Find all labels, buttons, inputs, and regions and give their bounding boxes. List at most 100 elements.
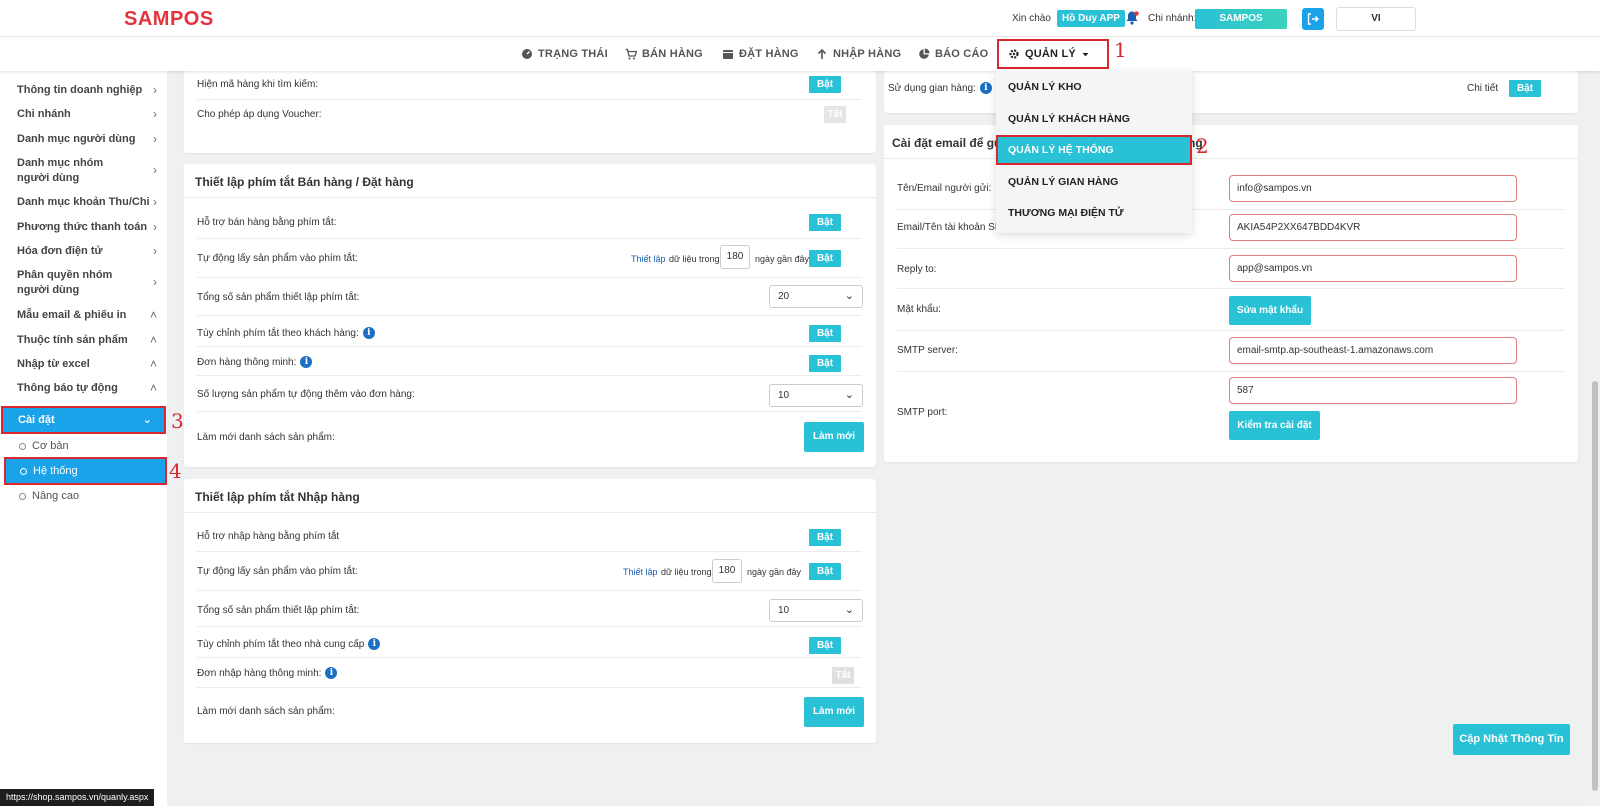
sender-email-input[interactable]: info@sampos.vn <box>1229 175 1517 202</box>
divider <box>197 375 862 376</box>
refresh-products-button[interactable]: Làm mới <box>804 422 864 452</box>
dropdown-item-stores[interactable]: QUẢN LÝ GIAN HÀNG <box>996 167 1192 197</box>
user-badge[interactable]: Hồ Duy APP <box>1057 10 1125 27</box>
sidebar-item-settings[interactable]: Cài đặt ⌄ <box>1 406 166 434</box>
step-marker-4: 4 <box>169 459 182 483</box>
sidebar-item-user-groups[interactable]: Danh mục nhóm người dùng › <box>17 156 157 186</box>
info-icon[interactable]: i <box>979 82 992 94</box>
nav-sales[interactable]: BÁN HÀNG <box>625 37 703 71</box>
dropdown-item-warehouse[interactable]: QUẢN LÝ KHO <box>996 72 1192 102</box>
smtp-account-input[interactable]: AKIA54P2XX647BDD4KVR <box>1229 214 1517 241</box>
sidebar-item-import-excel[interactable]: Nhập từ excel ˄ <box>17 357 157 372</box>
toggle-supplier-shortcut[interactable]: Bật <box>809 637 841 654</box>
language-selector[interactable]: VI <box>1336 7 1416 31</box>
chevron-right-icon: › <box>153 275 157 289</box>
chevron-down-icon: ⌄ <box>844 389 854 401</box>
toggle-show-sku[interactable]: Bật <box>809 76 841 93</box>
chevron-up-icon: ˄ <box>149 308 157 322</box>
nav-reports[interactable]: BÁO CÁO <box>918 37 988 71</box>
scrollbar-thumb[interactable] <box>1592 381 1598 791</box>
row-label: Tùy chỉnh phím tắt theo nhà cung cấp <box>197 638 365 650</box>
smtp-server-input[interactable]: email-smtp.ap-southeast-1.amazonaws.com <box>1229 337 1517 364</box>
logout-button[interactable] <box>1302 8 1324 30</box>
toggle-store-usage[interactable]: Bật <box>1509 80 1541 97</box>
info-icon[interactable]: i <box>362 327 375 339</box>
row-label: Đơn nhập hàng thông minh: <box>197 667 322 679</box>
toggle-customer-shortcut[interactable]: Bật <box>809 325 841 342</box>
toggle-sale-shortcut[interactable]: Bật <box>809 214 841 231</box>
sidebar-item-company-info[interactable]: Thông tin doanh nghiệp › <box>17 83 157 98</box>
sidebar-item-users[interactable]: Danh mục người dùng › <box>17 132 157 147</box>
sidebar-item-product-attributes[interactable]: Thuộc tính sản phẩm ˄ <box>17 333 157 348</box>
circle-icon <box>19 492 26 500</box>
sidebar-item-label: Danh mục nhóm người dùng <box>17 157 104 184</box>
sidebar-item-income-expense[interactable]: Danh mục khoản Thu/Chi › <box>17 195 157 210</box>
row-label: Hỗ trợ nhập hàng bằng phím tắt <box>197 531 340 542</box>
row-label: SMTP port: <box>897 407 948 418</box>
logout-icon <box>1307 13 1319 25</box>
sidebar-item-label: Phân quyền nhóm người dùng <box>17 269 113 296</box>
auto-qty-select[interactable]: 10 ⌄ <box>769 384 863 407</box>
sidebar-item-label: Thông tin doanh nghiệp <box>17 84 143 96</box>
sidebar-sub-basic[interactable]: Cơ bản <box>19 440 69 452</box>
dropdown-item-customers[interactable]: QUẢN LÝ KHÁCH HÀNG <box>996 104 1192 134</box>
search-settings-panel: Hiện mã hàng khi tìm kiếm: Bật Cho phép … <box>184 71 876 153</box>
import-shortcut-panel: Thiết lập phím tắt Nhập hàng Hỗ trợ nhập… <box>184 479 876 743</box>
days-input[interactable]: 180 <box>720 245 750 269</box>
toggle-import-auto-products[interactable]: Bật <box>809 563 841 580</box>
divider <box>184 197 876 198</box>
toggle-smart-import[interactable]: Tắt <box>832 667 854 684</box>
sidebar-item-payment-methods[interactable]: Phương thức thanh toán › <box>17 220 157 235</box>
setup-link[interactable]: Thiết lập <box>631 254 666 264</box>
toggle-smart-order[interactable]: Bật <box>809 355 841 372</box>
sidebar-item-email-templates[interactable]: Mẫu email & phiếu in ˄ <box>17 308 157 323</box>
row-label: Tự động lấy sản phẩm vào phím tắt: <box>197 253 358 264</box>
sidebar-sub-label: Hệ thống <box>33 465 78 477</box>
sidebar-sub-label: Nâng cao <box>32 490 80 502</box>
check-settings-button[interactable]: Kiểm tra cài đặt <box>1229 411 1320 440</box>
days-input[interactable]: 180 <box>712 559 742 583</box>
toggle-auto-products[interactable]: Bật <box>809 250 841 267</box>
highlight-box-1 <box>997 39 1109 69</box>
sidebar-item-label: Thuộc tính sản phẩm <box>17 334 128 346</box>
info-icon[interactable]: i <box>300 356 313 368</box>
refresh-import-products-button[interactable]: Làm mới <box>804 697 864 727</box>
nav-status[interactable]: TRẠNG THÁI <box>521 37 608 71</box>
dropdown-item-system[interactable]: QUẢN LÝ HỆ THỐNG <box>996 135 1192 165</box>
total-shortcut-select[interactable]: 20 ⌄ <box>769 285 863 308</box>
setup-link[interactable]: Thiết lập <box>623 567 658 577</box>
arrow-up-icon <box>817 48 827 59</box>
toggle-voucher[interactable]: Tắt <box>824 106 846 123</box>
sidebar-item-e-invoice[interactable]: Hóa đơn điện tử › <box>17 244 157 259</box>
info-icon[interactable]: i <box>368 638 381 650</box>
sidebar-item-label: Thông báo tự động <box>17 382 118 394</box>
dropdown-item-ecommerce[interactable]: THƯƠNG MẠI ĐIỆN TỬ <box>996 198 1192 228</box>
sidebar-item-auto-notify[interactable]: Thông báo tự động ˄ <box>17 381 157 396</box>
nav-orders[interactable]: ĐẶT HÀNG <box>722 37 799 71</box>
update-info-button[interactable]: Cập Nhật Thông Tin <box>1453 724 1570 755</box>
row-with-info: Tùy chỉnh phím tắt theo khách hàng: i <box>197 327 375 339</box>
import-total-select[interactable]: 10 ⌄ <box>769 599 863 622</box>
sidebar-sub-advanced[interactable]: Nâng cao <box>19 490 79 502</box>
sidebar-item-label: Mẫu email & phiếu in <box>17 309 127 321</box>
row-label: Làm mới danh sách sản phẩm: <box>197 432 335 443</box>
sidebar-item-group-permissions[interactable]: Phân quyền nhóm người dùng › <box>17 268 157 298</box>
row-label: Làm mới danh sách sản phẩm: <box>197 706 335 717</box>
row-label: Cho phép áp dụng Voucher: <box>197 109 322 120</box>
smtp-port-input[interactable]: 587 <box>1229 377 1517 404</box>
row-label: SMTP server: <box>897 345 958 356</box>
chevron-right-icon: › <box>153 83 157 97</box>
info-icon[interactable]: i <box>325 667 338 679</box>
row-label: Tự động lấy sản phẩm vào phím tắt: <box>197 566 358 577</box>
sidebar-item-branches[interactable]: Chi nhánh › <box>17 107 157 122</box>
page-scrollbar[interactable] <box>1590 71 1600 806</box>
reply-to-input[interactable]: app@sampos.vn <box>1229 255 1517 282</box>
edit-password-button[interactable]: Sửa mật khẩu <box>1229 296 1311 325</box>
bell-icon[interactable] <box>1124 10 1140 26</box>
logo[interactable]: SAMPOS <box>124 8 214 31</box>
branch-selector[interactable]: SAMPOS <box>1195 9 1287 29</box>
toggle-import-shortcut[interactable]: Bật <box>809 529 841 546</box>
sidebar-sub-system[interactable]: Hệ thống <box>4 457 167 485</box>
detail-link[interactable]: Chi tiết <box>1467 83 1498 94</box>
nav-import[interactable]: NHẬP HÀNG <box>816 37 901 71</box>
